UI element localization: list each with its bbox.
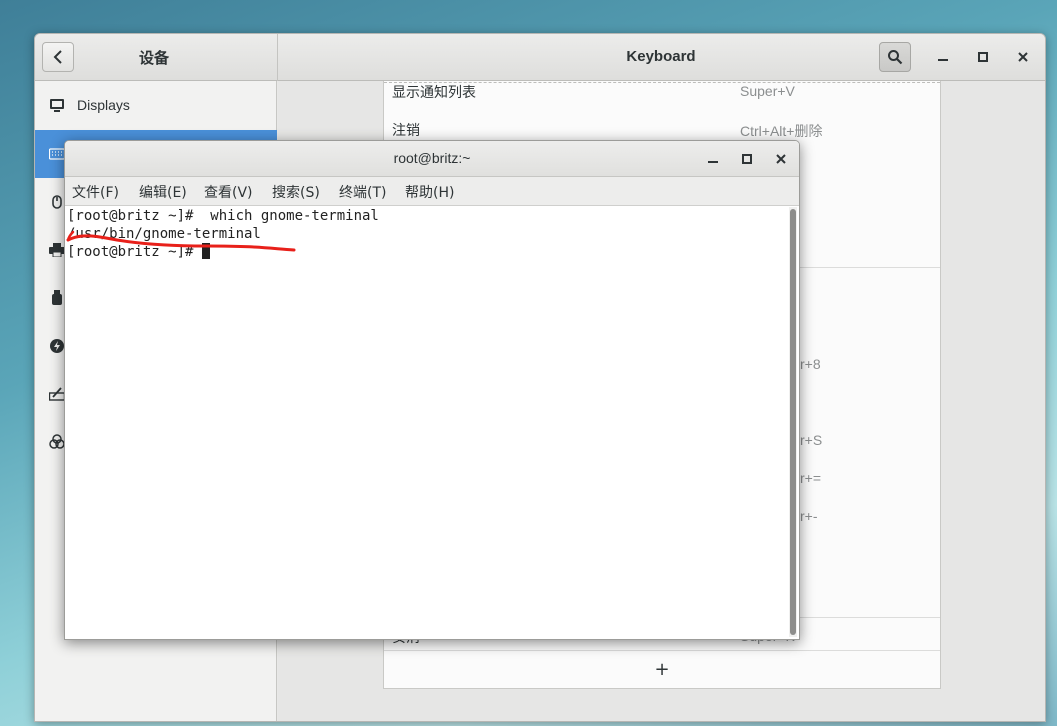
terminal-line: [root@britz ~]# which gnome-terminal: [67, 208, 379, 224]
shortcut-accel: r+S: [800, 432, 823, 448]
sidebar-title: 设备: [138, 49, 169, 67]
shortcut-accel: Super+V: [740, 83, 795, 99]
terminal-titlebar[interactable]: root@britz:~: [65, 141, 799, 177]
shortcut-accel: r+-: [800, 508, 818, 524]
menu-file[interactable]: 文件(F): [72, 182, 119, 202]
maximize-icon: [978, 52, 988, 62]
minimize-button[interactable]: [932, 46, 954, 68]
add-shortcut-button[interactable]: +: [384, 650, 940, 688]
minimize-icon: [708, 161, 718, 163]
chevron-left-icon: [53, 50, 62, 64]
terminal-prompt-line: [root@britz ~]#: [67, 243, 210, 261]
sidebar-item-displays[interactable]: Displays: [35, 81, 277, 129]
menu-help[interactable]: 帮助(H): [405, 182, 454, 202]
header-divider: [277, 34, 278, 81]
close-button[interactable]: [1012, 46, 1034, 68]
menu-edit[interactable]: 编辑(E): [139, 182, 187, 202]
minimize-icon: [938, 59, 948, 61]
terminal-menubar: 文件(F) 编辑(E) 查看(V) 搜索(S) 终端(T) 帮助(H): [65, 177, 799, 206]
terminal-prompt: [root@britz ~]#: [67, 244, 202, 260]
menu-search[interactable]: 搜索(S): [272, 182, 320, 202]
menu-view[interactable]: 查看(V): [204, 182, 253, 202]
terminal-close-button[interactable]: [771, 149, 791, 169]
shortcut-accel: Ctrl+Alt+删除: [740, 123, 823, 139]
shortcut-action: 注销: [392, 122, 420, 138]
menu-terminal[interactable]: 终端(T): [339, 182, 386, 202]
text-cursor: [201, 243, 210, 259]
terminal-title: root@britz:~: [393, 150, 471, 166]
shortcut-accel: r+=: [800, 470, 822, 486]
terminal-line: /usr/bin/gnome-terminal: [67, 226, 261, 242]
display-icon: [48, 96, 66, 114]
add-icon: +: [654, 659, 670, 680]
terminal-output[interactable]: [root@britz ~]# which gnome-terminal /us…: [65, 206, 787, 639]
search-icon: [888, 50, 903, 65]
close-icon: [776, 154, 786, 164]
header-bar: 设备 Keyboard: [35, 34, 1045, 81]
terminal-minimize-button[interactable]: [703, 149, 723, 169]
page-title: Keyboard: [626, 48, 696, 65]
back-button[interactable]: [42, 42, 74, 72]
terminal-maximize-button[interactable]: [737, 149, 757, 169]
terminal-window: root@britz:~ 文件(F) 编辑(E) 查看(V) 搜索(S) 终端(…: [64, 140, 800, 640]
shortcut-accel: r+8: [800, 356, 821, 372]
search-button[interactable]: [879, 42, 911, 72]
maximize-icon: [742, 154, 752, 164]
maximize-button[interactable]: [972, 46, 994, 68]
shortcut-row[interactable]: 显示通知列表 Super+V: [384, 82, 940, 120]
shortcut-action: 显示通知列表: [392, 84, 476, 100]
close-icon: [1018, 52, 1028, 62]
sidebar-item-label: Displays: [77, 97, 130, 113]
scrollbar-thumb[interactable]: [790, 209, 796, 635]
terminal-scrollbar[interactable]: [789, 207, 797, 637]
